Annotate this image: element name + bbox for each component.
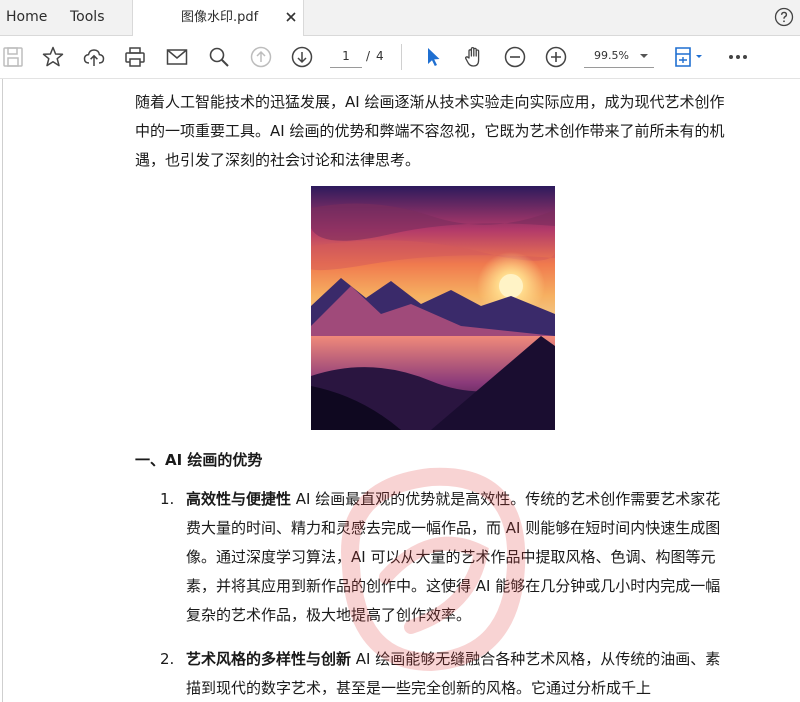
page-separator: / <box>366 49 371 63</box>
fit-page-icon[interactable] <box>672 45 706 69</box>
tab-home[interactable]: Home <box>6 0 47 35</box>
save-icon[interactable] <box>1 45 25 69</box>
tab-document[interactable]: 图像水印.pdf <box>132 0 304 36</box>
page-up-icon[interactable] <box>249 45 273 69</box>
page-edge <box>2 79 3 702</box>
list-item-title: 高效性与便捷性 <box>186 490 292 508</box>
tab-tools[interactable]: Tools <box>70 0 105 35</box>
list-item-number: 2. <box>160 650 175 668</box>
star-icon[interactable] <box>41 45 65 69</box>
toolbar-divider <box>401 44 402 70</box>
zoom-in-icon[interactable] <box>544 45 568 69</box>
page-down-icon[interactable] <box>290 45 314 69</box>
zoom-out-icon[interactable] <box>503 45 527 69</box>
list-item: 高效性与便捷性 AI 绘画最直观的优势就是高效性。传统的艺术创作需要艺术家花费大… <box>186 485 734 630</box>
list-item: 艺术风格的多样性与创新 AI 绘画能够无缝融合各种艺术风格，从传统的油画、素描到… <box>186 645 734 702</box>
page-number-input[interactable]: 1 <box>330 45 362 68</box>
tab-bar: Home Tools 图像水印.pdf <box>0 0 800 36</box>
chevron-down-icon <box>640 54 648 58</box>
list-item-text: AI 绘画最直观的优势就是高效性。传统的艺术创作需要艺术家花费大量的时间、精力和… <box>186 490 721 624</box>
help-icon[interactable] <box>774 7 794 27</box>
document-tab-title: 图像水印.pdf <box>181 10 259 25</box>
hand-icon[interactable] <box>462 45 486 69</box>
list-item-title: 艺术风格的多样性与创新 <box>186 650 352 668</box>
cloud-upload-icon[interactable] <box>82 45 106 69</box>
search-icon[interactable] <box>207 45 231 69</box>
list-item-number: 1. <box>160 490 175 508</box>
page-total: 4 <box>376 49 384 63</box>
more-icon[interactable] <box>726 45 750 69</box>
section-heading: 一、AI 绘画的优势 <box>135 451 263 469</box>
zoom-select[interactable]: 99.5% <box>584 45 654 68</box>
mail-icon[interactable] <box>165 45 189 69</box>
intro-paragraph: 随着人工智能技术的迅猛发展，AI 绘画逐渐从技术实验走向实际应用，成为现代艺术创… <box>135 93 725 169</box>
mountain-sunset-image <box>311 186 555 430</box>
zoom-value: 99.5% <box>594 49 629 62</box>
close-icon[interactable] <box>283 9 299 25</box>
print-icon[interactable] <box>123 45 147 69</box>
toolbar: 1 / 4 99.5% <box>0 36 800 79</box>
select-cursor-icon[interactable] <box>421 45 445 69</box>
document-view[interactable]: 随着人工智能技术的迅猛发展，AI 绘画逐渐从技术实验走向实际应用，成为现代艺术创… <box>0 79 800 702</box>
